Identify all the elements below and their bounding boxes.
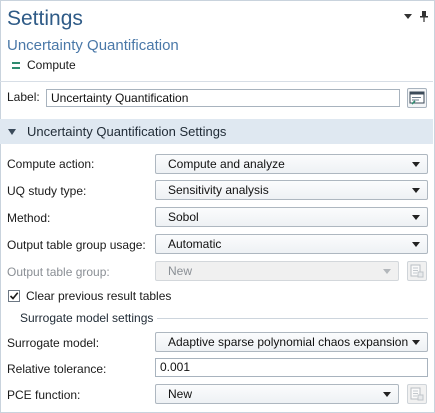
window-controls [403,10,429,22]
output-table-group-usage-select[interactable]: Automatic [155,234,428,254]
chevron-down-icon [412,242,420,247]
pce-function-value: New [168,387,193,401]
label-input[interactable]: Uncertainty Quantification [46,89,400,107]
uq-study-type-label: UQ study type: [7,184,87,198]
page-title: Settings [7,7,83,30]
pce-function-select[interactable]: New [155,384,399,404]
relative-tolerance-input[interactable]: 0.001 [155,358,428,377]
compute-action-label: Compute action: [7,157,95,171]
output-table-group-usage-value: Automatic [168,237,222,251]
output-table-group-value: New [168,264,193,278]
uq-study-type-value: Sensitivity analysis [168,183,269,197]
section-title: Uncertainty Quantification Settings [27,124,227,139]
output-table-group-usage-label: Output table group usage: [7,238,146,252]
chevron-down-icon [383,269,391,274]
compute-action-select[interactable]: Compute and analyze [155,154,428,174]
uq-settings-section-header[interactable]: Uncertainty Quantification Settings [0,119,433,144]
new-table-icon [410,264,424,278]
new-function-icon [410,387,424,401]
surrogate-model-value: Adaptive sparse polynomial chaos expansi… [168,335,409,349]
chevron-down-icon [383,392,391,397]
pce-function-label: PCE function: [7,388,81,402]
checkmark-icon [9,292,19,300]
chevron-down-icon [412,162,420,167]
uq-study-type-select[interactable]: Sensitivity analysis [155,180,428,200]
relative-tolerance-label: Relative tolerance: [7,362,107,376]
chevron-down-icon [412,340,420,345]
method-select[interactable]: Sobol [155,207,428,227]
compute-equals-icon [12,61,20,69]
method-value: Sobol [168,210,199,224]
label-row: Label: [7,90,47,104]
clear-previous-label: Clear previous result tables [26,289,172,303]
pin-icon[interactable] [419,10,429,22]
output-table-group-select: New [155,261,399,281]
edit-label-icon [409,91,425,105]
compute-node[interactable]: Compute [12,58,76,72]
compute-action-value: Compute and analyze [168,157,285,171]
edit-label-button[interactable] [407,88,427,108]
pce-function-add-button [407,384,427,404]
clear-previous-checkbox[interactable] [8,290,20,302]
collapse-triangle-icon [8,128,16,135]
header-divider [0,81,433,82]
chevron-down-icon [412,188,420,193]
label-caption: Label: [7,90,40,104]
method-label: Method: [7,211,51,225]
surrogate-model-select[interactable]: Adaptive sparse polynomial chaos expansi… [155,332,428,352]
compute-node-label: Compute [27,58,76,72]
subsection-divider [157,318,428,319]
node-type-heading: Uncertainty Quantification [7,37,179,54]
surrogate-settings-heading: Surrogate model settings [20,311,154,325]
dropdown-menu-icon[interactable] [403,10,413,22]
output-table-group-add-button [407,261,427,281]
chevron-down-icon [412,215,420,220]
clear-previous-row[interactable]: Clear previous result tables [8,289,171,303]
surrogate-model-label: Surrogate model: [7,336,100,350]
output-table-group-label: Output table group: [7,265,110,279]
